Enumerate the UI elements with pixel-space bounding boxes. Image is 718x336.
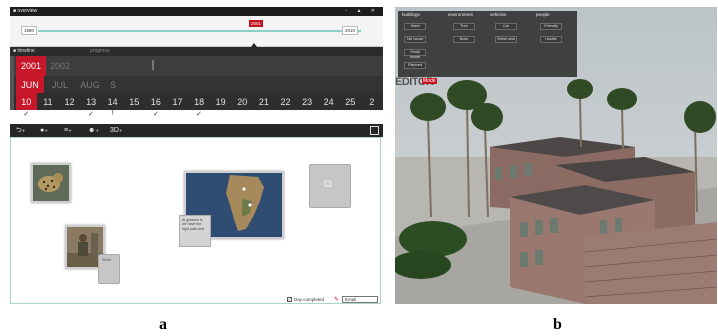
day-cell[interactable]: 19 <box>210 93 231 110</box>
day-cell[interactable]: 18 <box>189 93 210 110</box>
day-status-mark: ✓ <box>23 111 30 118</box>
overview-current-year[interactable]: 2001 <box>249 20 264 27</box>
day-cell[interactable]: 2 <box>362 93 383 110</box>
month-cell[interactable]: JUN <box>16 76 44 93</box>
category-people[interactable]: people <box>536 12 550 17</box>
tool-list-add[interactable]: ≡₊ <box>64 125 72 136</box>
day-cell[interactable]: 12 <box>59 93 80 110</box>
day-cell[interactable]: 16 <box>146 93 167 110</box>
sheet-card[interactable]: Sheet <box>98 254 120 284</box>
editor-mode-badge: Mode <box>422 78 437 84</box>
btn-bush[interactable]: Bush <box>453 36 475 43</box>
btn-planned[interactable]: Planned <box>404 62 426 69</box>
day-cell[interactable]: 17 <box>167 93 188 110</box>
day-cell[interactable]: 24 <box>318 93 339 110</box>
timeline-label: timeline <box>17 48 35 54</box>
btn-street-sink[interactable]: Street sink <box>495 36 517 43</box>
day-marks-row: ✓ ✓! ✓ ✓ <box>10 110 383 121</box>
day-cell[interactable]: 10 <box>16 93 37 110</box>
day-cell[interactable]: 21 <box>254 93 275 110</box>
scene-card[interactable]: ⧉ <box>309 164 351 208</box>
month-row: JUN JUL AUG S <box>10 76 383 93</box>
day-completed-checkbox[interactable]: ✓ <box>287 297 292 302</box>
panel-b-3d-editor[interactable]: buildings environment vehicles people Ho… <box>395 7 717 304</box>
btn-tree[interactable]: Tree <box>453 23 475 30</box>
progress-label: progress <box>90 48 110 54</box>
month-cell[interactable]: S <box>106 76 120 93</box>
email-field[interactable]: Email <box>342 296 379 303</box>
overview-start-year: 1980 <box>21 26 38 35</box>
day-completed-label: Day completed <box>294 297 325 302</box>
sheet-label: Sheet <box>102 258 112 262</box>
overview-strip[interactable]: 1980 2010 2001 <box>10 16 383 47</box>
day-cell[interactable]: 13 <box>81 93 102 110</box>
day-cell[interactable]: 22 <box>275 93 296 110</box>
canvas-toolbar: ⮌₊ ●₊ ≡₊ ☻₊ 3D₊ <box>10 124 383 137</box>
square-icon: ■ <box>13 8 17 14</box>
panel-b-caption: b <box>553 316 562 333</box>
category-environment[interactable]: environment <box>448 12 473 17</box>
day-cell[interactable]: 11 <box>38 93 59 110</box>
overview-title: overview <box>17 8 38 14</box>
overview-end-year: 2010 <box>342 26 359 35</box>
day-row: 10 11 12 13 14 15 16 17 18 19 20 21 22 23 24 25 2 <box>10 93 383 110</box>
note-card[interactable]: Ai grasses is, we have the right path an… <box>179 215 211 247</box>
tool-dot-add[interactable]: ●₊ <box>40 125 48 136</box>
btn-tall-house[interactable]: Tall house <box>404 36 426 43</box>
day-cell[interactable]: 20 <box>232 93 253 110</box>
cube-icon: ⧉ <box>324 178 332 190</box>
day-status-mark: ✓ <box>152 111 159 118</box>
year-row: 2001 2002 <box>10 56 383 76</box>
day-status-mark: ✓ <box>196 111 203 118</box>
day-cell[interactable]: 23 <box>297 93 318 110</box>
btn-small-house[interactable]: Small house <box>404 49 426 59</box>
btn-hostile[interactable]: Hostile <box>540 36 562 43</box>
tool-person-add[interactable]: ☻₊ <box>88 125 99 136</box>
expand-icon[interactable] <box>370 126 379 135</box>
window-controls[interactable]: - ▲ ✕ <box>345 7 379 16</box>
category-vehicles[interactable]: vehicles <box>490 12 506 17</box>
day-completion-controls: ✓ Day completed ✎ Email <box>287 296 379 303</box>
month-cell[interactable]: JUL <box>46 76 74 93</box>
day-cell[interactable]: 25 <box>340 93 361 110</box>
leopard-photo[interactable] <box>31 163 71 203</box>
day-status-mark: ✓ <box>88 111 95 118</box>
year-tick <box>152 60 154 70</box>
panel-a-caption: a <box>159 316 167 333</box>
pencil-icon: ✎ <box>334 297 340 303</box>
day-status-mark: ! <box>111 110 114 117</box>
category-buildings[interactable]: buildings <box>402 12 420 17</box>
tool-rotate-add[interactable]: ⮌₊ <box>16 125 25 136</box>
square-icon: ■ <box>13 48 17 54</box>
month-cell[interactable]: AUG <box>76 76 104 93</box>
object-menu: buildings environment vehicles people Ho… <box>398 11 577 77</box>
timeline-header: ■ timeline progress <box>10 47 383 56</box>
day-cell[interactable]: 15 <box>124 93 145 110</box>
year-cell[interactable]: 2002 <box>46 56 74 76</box>
canvas-area[interactable]: Sheet Ai grasses is, we have the right p… <box>10 137 381 304</box>
btn-car[interactable]: Car <box>495 23 517 30</box>
tool-3d-add[interactable]: 3D₊ <box>110 125 123 136</box>
panel-a-timeline-app: ■ overview - ▲ ✕ 1980 2010 2001 ■ timeli… <box>10 7 383 304</box>
btn-hotel[interactable]: Hotel <box>404 23 426 30</box>
overview-titlebar: ■ overview - ▲ ✕ <box>10 7 383 16</box>
overview-track[interactable] <box>38 30 361 32</box>
btn-friendly[interactable]: Friendly <box>540 23 562 30</box>
year-cell[interactable]: 2001 <box>16 56 46 76</box>
day-cell[interactable]: 14 <box>102 93 123 110</box>
